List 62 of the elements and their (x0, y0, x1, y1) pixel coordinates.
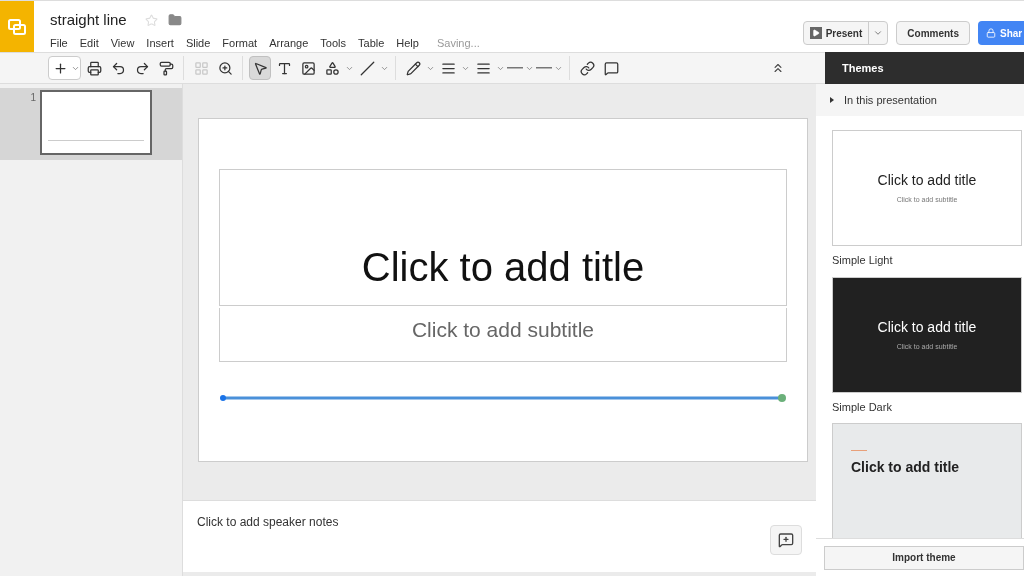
undo-icon (110, 60, 126, 76)
comment-icon (603, 60, 619, 76)
print-icon (86, 60, 102, 76)
pointer-tool[interactable] (249, 56, 271, 80)
image-icon (300, 60, 316, 76)
menu-item[interactable]: Edit (79, 34, 99, 51)
caret-icon (873, 28, 884, 38)
menu-item[interactable]: Help (396, 34, 419, 51)
themes-header: Themes (825, 52, 1024, 84)
menu-item[interactable]: File (50, 34, 68, 51)
subtitle-placeholder[interactable]: Click to add subtitle (219, 308, 787, 362)
title-placeholder[interactable]: Click to add title (219, 169, 787, 306)
paint-format-icon (158, 60, 174, 76)
link-icon (579, 60, 595, 76)
comment-plus-icon (778, 532, 794, 548)
line-icon (359, 60, 375, 76)
menu-item[interactable]: Format (222, 34, 258, 51)
play-icon (809, 27, 822, 39)
section-header[interactable]: In this presentation (844, 91, 937, 109)
line-weight-icon (440, 60, 456, 76)
expand-arrow-icon[interactable] (830, 97, 834, 103)
line-start-icon[interactable] (507, 66, 523, 70)
line-dash-icon (475, 60, 491, 76)
pointer-icon (252, 60, 268, 76)
redo-icon (134, 60, 150, 76)
slide-number: 1 (29, 91, 37, 105)
collapse-button[interactable] (771, 61, 785, 75)
fit-icon (193, 60, 209, 76)
chevrons-up-icon (771, 61, 785, 75)
theme-title: Click to add title (877, 171, 977, 191)
slide-row[interactable]: 1 (0, 88, 182, 160)
theme-thumbnail[interactable]: Click to add title (832, 423, 1022, 538)
theme-title: Click to add title (877, 317, 977, 337)
accent-line (851, 450, 867, 451)
add-comment-button[interactable] (770, 525, 802, 555)
comments-button[interactable]: Comments (896, 21, 970, 45)
line-color-icon (405, 60, 421, 76)
menu-item[interactable]: Table (358, 34, 385, 51)
star-icon[interactable] (144, 13, 158, 27)
menu-item[interactable]: Arrange (269, 34, 309, 51)
folder-icon[interactable] (167, 13, 182, 28)
straight-line[interactable] (219, 393, 787, 403)
theme-title: Click to add title (851, 458, 960, 477)
share-button[interactable]: Shar (978, 21, 1024, 45)
new-slide-icon (52, 60, 68, 76)
document-title[interactable]: straight line (50, 9, 127, 32)
textbox-icon (276, 60, 292, 76)
theme-name: Simple Light (832, 253, 894, 268)
slide-canvas[interactable]: Click to add title Click to add subtitle (198, 118, 808, 462)
slides-logo-icon (8, 19, 26, 35)
shape-icon (324, 60, 340, 76)
menu-item[interactable]: Insert (146, 34, 174, 51)
line-end-icon[interactable] (536, 66, 552, 70)
theme-name: Simple Dark (832, 399, 893, 415)
zoom-icon (217, 60, 233, 76)
menu-item[interactable]: Tools (320, 34, 346, 51)
menu-item[interactable]: Slide (185, 34, 211, 51)
import-theme-button[interactable]: Import theme (824, 545, 1024, 570)
lock-icon (986, 28, 996, 38)
save-status: Saving... (436, 35, 480, 51)
speaker-notes[interactable]: Click to add speaker notes (197, 513, 339, 531)
menu-item[interactable]: View (110, 34, 135, 51)
